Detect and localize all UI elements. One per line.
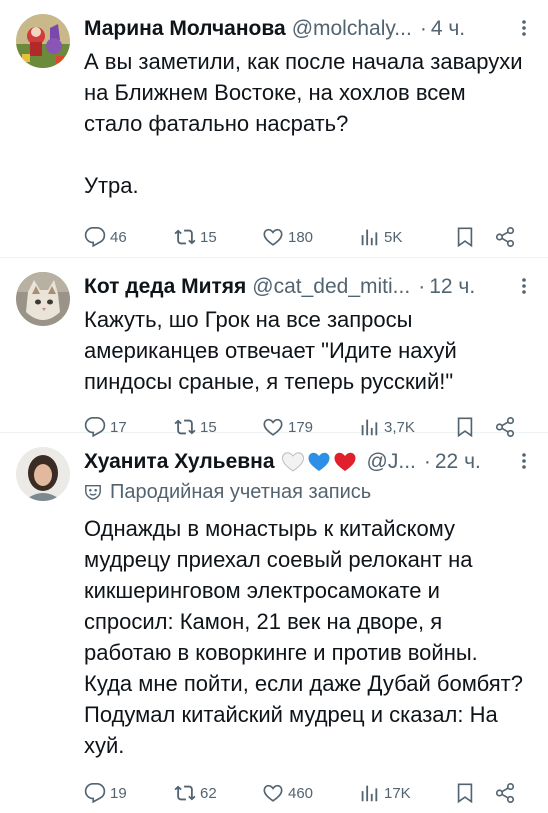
views-button[interactable]: 5K bbox=[358, 226, 454, 248]
avatar[interactable] bbox=[16, 14, 70, 68]
more-icon[interactable] bbox=[514, 276, 534, 296]
author-name[interactable]: Кот деда Митяя bbox=[84, 273, 246, 301]
retweet-icon bbox=[174, 785, 196, 801]
bookmark-icon bbox=[457, 783, 473, 804]
reply-button[interactable]: 19 bbox=[84, 782, 174, 804]
white-heart-icon bbox=[281, 452, 304, 472]
parody-label-text: Пародийная учетная запись bbox=[110, 481, 372, 503]
action-bar: 19 62 460 17K bbox=[84, 773, 528, 813]
share-button[interactable] bbox=[494, 226, 524, 248]
avatar[interactable] bbox=[16, 272, 70, 326]
share-button[interactable] bbox=[494, 782, 524, 804]
tweet[interactable]: Хуанита Хульевна @J... · 22 ч. Пародийна… bbox=[0, 433, 548, 804]
tweet[interactable]: Марина Молчанова @molchaly... · 4 ч. А в… bbox=[0, 0, 548, 258]
timeline: Марина Молчанова @molchaly... · 4 ч. А в… bbox=[0, 0, 548, 804]
tweet-content: Кот деда Митяя @cat_ded_miti... · 12 ч. … bbox=[84, 272, 528, 438]
tweet-text: Кажуть, шо Грок на все запросы американц… bbox=[84, 307, 463, 394]
tweet[interactable]: Кот деда Митяя @cat_ded_miti... · 12 ч. … bbox=[0, 258, 548, 438]
more-icon[interactable] bbox=[514, 18, 534, 38]
timestamp[interactable]: 22 ч. bbox=[435, 448, 481, 476]
bookmark-icon bbox=[457, 227, 473, 248]
like-button[interactable]: 460 bbox=[262, 782, 358, 804]
views-icon bbox=[361, 785, 378, 802]
action-bar: 46 15 180 5K bbox=[84, 217, 528, 257]
retweet-button[interactable]: 15 bbox=[174, 226, 262, 248]
tweet-header: Марина Молчанова @molchaly... · 4 ч. bbox=[84, 14, 528, 44]
like-icon bbox=[263, 228, 283, 246]
red-heart-icon bbox=[334, 452, 356, 471]
author-name[interactable]: Хуанита Хульевна bbox=[84, 448, 275, 476]
tweet-text: Однажды в монастырь к китайскому мудрецу… bbox=[84, 516, 530, 758]
retweet-count: 62 bbox=[200, 784, 217, 802]
retweet-count: 15 bbox=[200, 228, 217, 246]
share-icon bbox=[495, 227, 515, 247]
views-count: 5K bbox=[384, 228, 403, 246]
bookmark-button[interactable] bbox=[454, 226, 494, 248]
views-icon bbox=[361, 229, 378, 246]
separator-dot: · bbox=[418, 275, 426, 298]
tweet-content: Хуанита Хульевна @J... · 22 ч. Пародийна… bbox=[84, 447, 530, 804]
author-handle[interactable]: @molchaly... bbox=[292, 15, 412, 43]
parody-label: Пародийная учетная запись bbox=[84, 479, 528, 505]
timestamp[interactable]: 4 ч. bbox=[431, 15, 465, 43]
views-button[interactable]: 17K bbox=[358, 782, 454, 804]
reply-icon bbox=[84, 227, 106, 248]
like-count: 180 bbox=[288, 228, 314, 246]
timestamp[interactable]: 12 ч. bbox=[429, 273, 475, 301]
tweet-header: Кот деда Митяя @cat_ded_miti... · 12 ч. bbox=[84, 272, 528, 302]
separator-dot: · bbox=[423, 450, 431, 473]
author-name[interactable]: Марина Молчанова bbox=[84, 15, 286, 43]
share-icon bbox=[495, 783, 515, 803]
reply-icon bbox=[84, 783, 106, 804]
like-count: 460 bbox=[288, 784, 314, 802]
separator-dot: · bbox=[419, 17, 427, 40]
tweet-header: Хуанита Хульевна @J... · 22 ч. bbox=[84, 447, 528, 477]
tweet-text: А вы заметили, как после начала заварухи… bbox=[84, 49, 523, 198]
retweet-button[interactable]: 62 bbox=[174, 782, 262, 804]
tweet-content: Марина Молчанова @molchaly... · 4 ч. А в… bbox=[84, 14, 528, 248]
like-button[interactable]: 180 bbox=[262, 226, 358, 248]
blue-heart-icon bbox=[308, 452, 330, 471]
reply-count: 46 bbox=[110, 228, 127, 246]
more-icon[interactable] bbox=[514, 451, 534, 471]
views-count: 17K bbox=[384, 784, 411, 802]
reply-count: 19 bbox=[110, 784, 127, 802]
like-icon bbox=[263, 784, 283, 802]
avatar[interactable] bbox=[16, 447, 70, 501]
bookmark-button[interactable] bbox=[454, 782, 494, 804]
author-handle[interactable]: @cat_ded_miti... bbox=[252, 273, 410, 301]
retweet-icon bbox=[174, 229, 196, 245]
name-emojis bbox=[281, 451, 359, 473]
reply-button[interactable]: 46 bbox=[84, 226, 174, 248]
parody-mask-icon bbox=[85, 484, 101, 500]
author-handle[interactable]: @J... bbox=[367, 448, 416, 476]
